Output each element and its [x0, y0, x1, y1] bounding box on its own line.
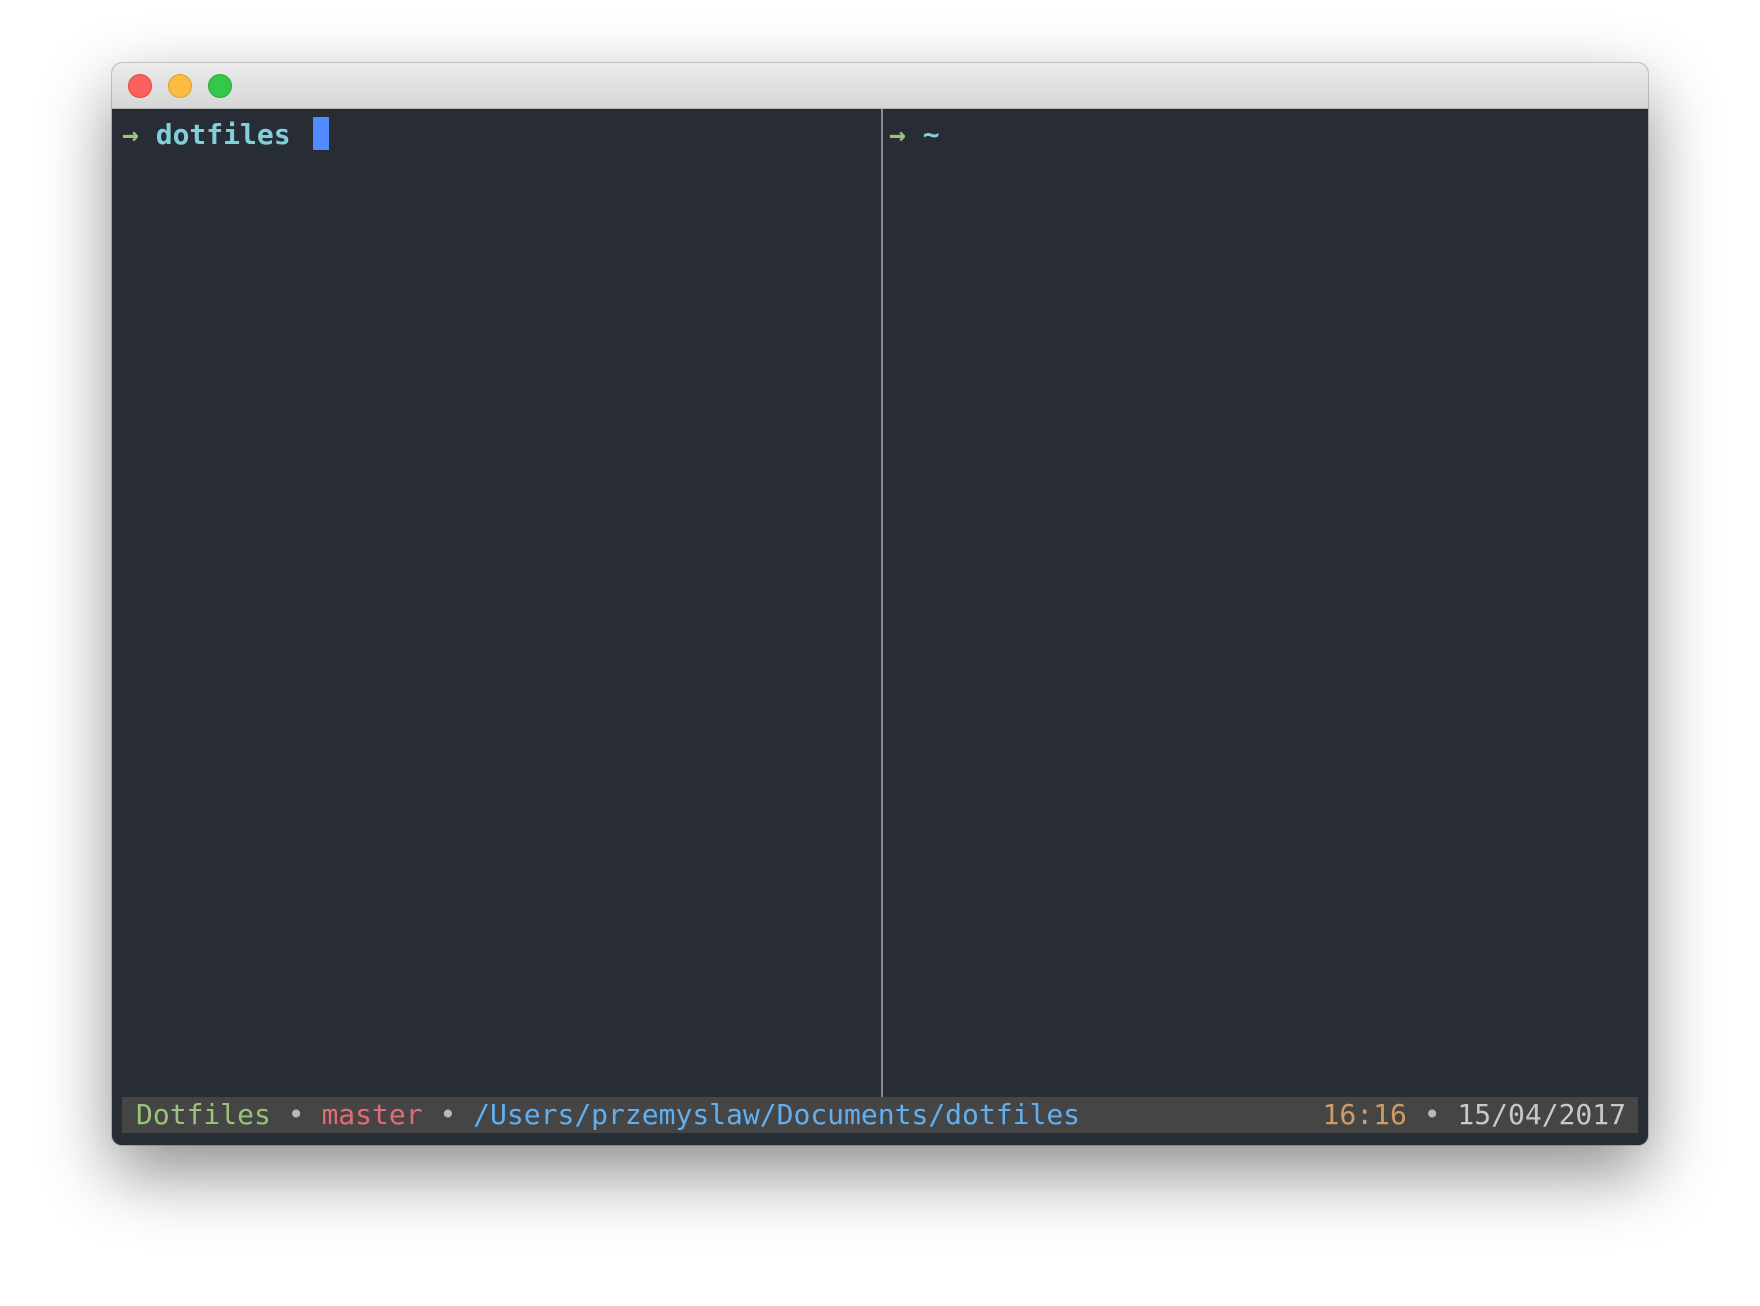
- terminal-window: → dotfiles → ~ Dotfiles • master • /User…: [112, 63, 1648, 1145]
- prompt-directory: ~: [922, 118, 940, 151]
- pane-divider[interactable]: [881, 109, 883, 1097]
- status-date: 15/04/2017: [1457, 1098, 1626, 1131]
- prompt-arrow: →: [122, 118, 139, 151]
- text-cursor: [313, 117, 330, 150]
- close-button[interactable]: [128, 74, 152, 98]
- session-name: Dotfiles: [136, 1098, 271, 1131]
- status-separator: •: [439, 1098, 457, 1131]
- terminal-area[interactable]: → dotfiles → ~ Dotfiles • master • /User…: [112, 109, 1648, 1145]
- current-path: /Users/przemyslaw/Documents/dotfiles: [473, 1098, 1081, 1131]
- prompt-arrow: →: [889, 118, 906, 151]
- left-pane[interactable]: → dotfiles: [122, 115, 882, 1101]
- minimize-button[interactable]: [168, 74, 192, 98]
- prompt-directory: dotfiles: [155, 118, 291, 151]
- status-time: 16:16: [1322, 1098, 1407, 1131]
- title-bar[interactable]: [112, 63, 1648, 109]
- tmux-status-bar: Dotfiles • master • /Users/przemyslaw/Do…: [122, 1097, 1638, 1133]
- status-separator: •: [1423, 1098, 1441, 1131]
- zoom-button[interactable]: [208, 74, 232, 98]
- status-separator: •: [287, 1098, 305, 1131]
- git-branch: master: [321, 1098, 423, 1131]
- right-pane[interactable]: → ~: [889, 115, 1629, 1101]
- status-right: 16:16 • 15/04/2017: [1323, 1097, 1626, 1133]
- status-left: Dotfiles • master • /Users/przemyslaw/Do…: [136, 1097, 1080, 1133]
